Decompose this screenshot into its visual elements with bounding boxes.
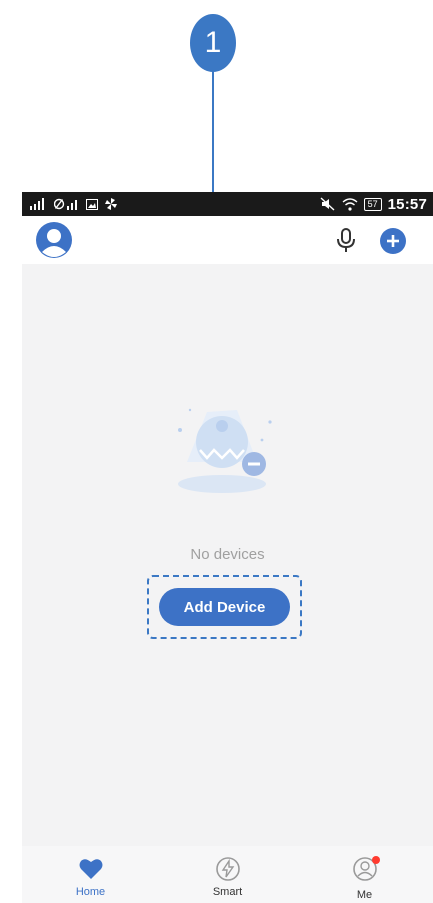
callout-line <box>212 68 214 194</box>
nav-label-home: Home <box>75 886 106 898</box>
signal-icon <box>30 198 44 210</box>
bottom-navigation: Home Smart Me <box>22 846 433 903</box>
status-right: 57 15:57 <box>320 196 427 213</box>
battery-indicator: 57 <box>363 197 382 211</box>
profile-avatar-icon[interactable] <box>36 222 72 258</box>
heart-icon <box>79 859 102 879</box>
me-icon-wrap <box>352 856 380 885</box>
nav-item-smart[interactable]: Smart <box>159 846 296 903</box>
no-devices-illustration <box>178 408 272 493</box>
add-device-button[interactable]: Add Device <box>159 588 290 626</box>
mute-icon <box>320 197 335 211</box>
nav-item-home[interactable]: Home <box>22 846 159 903</box>
status-bar: 57 15:57 <box>22 192 433 216</box>
empty-state-message: No devices <box>190 546 265 563</box>
app-screen: No devices Add Device Home Smart Me <box>22 216 433 903</box>
nav-label-me: Me <box>356 889 373 901</box>
lightning-icon <box>215 857 240 881</box>
pinwheel-icon <box>105 198 117 210</box>
app-header <box>22 216 433 264</box>
step-callout: 1 <box>190 14 236 72</box>
nav-label-smart: Smart <box>212 886 243 898</box>
nav-item-me[interactable]: Me <box>296 846 433 903</box>
status-left <box>30 197 118 211</box>
microphone-icon[interactable] <box>334 228 358 254</box>
no-sim-signal-icon <box>54 198 77 210</box>
add-icon[interactable] <box>380 228 406 254</box>
wifi-icon <box>342 197 358 211</box>
notification-badge <box>371 856 380 864</box>
image-icon <box>86 198 98 210</box>
status-time: 15:57 <box>387 195 427 213</box>
add-device-highlight: Add Device <box>147 575 302 639</box>
